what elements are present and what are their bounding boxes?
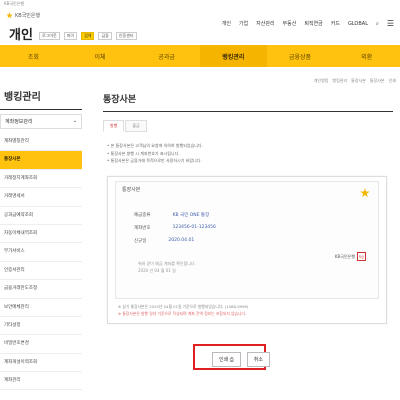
mypage-button[interactable]: 마이: [63, 32, 78, 40]
field-open-date: 신규일 2020.04.01: [134, 238, 195, 244]
sidebar-item-bankbook-copy[interactable]: 통장사본: [0, 151, 82, 170]
breadcrumb-item[interactable]: 통장사본: [351, 78, 366, 84]
logo-text: KB국민은행: [15, 13, 41, 19]
tab-issue[interactable]: 발행: [103, 120, 125, 132]
cancel-button[interactable]: 취소: [246, 352, 271, 367]
breadcrumb: 개인뱅킹 뱅킹관리 통장사본 통장사본 인쇄: [314, 78, 396, 84]
top-nav-pension[interactable]: 퇴직연금: [304, 20, 322, 27]
breadcrumb-item[interactable]: 개인뱅킹: [314, 78, 329, 84]
menu-banking-mgmt[interactable]: 뱅킹관리: [200, 45, 267, 67]
top-nav-wealth[interactable]: 자산관리: [256, 20, 274, 27]
search-icon[interactable]: ⌕: [376, 21, 379, 27]
sidebar-item[interactable]: 공과금예약조회: [0, 207, 82, 225]
bank-seal: KB국민은행 직인: [334, 252, 366, 261]
breadcrumb-item[interactable]: 뱅킹관리: [332, 78, 347, 84]
sidebar-item[interactable]: 거래명세서: [0, 188, 82, 207]
seal-stamp-icon: 직인: [357, 252, 366, 261]
certificate-heading: 통장사본: [122, 187, 141, 193]
top-nav-realestate[interactable]: 부동산: [283, 20, 297, 27]
search-button[interactable]: 검색: [81, 32, 95, 40]
sidebar-item[interactable]: 부가서비스: [0, 243, 82, 262]
cert-center-button[interactable]: 인증센터: [115, 32, 137, 40]
main-menu: 조회 이체 공과금 뱅킹관리 금융상품 외환: [0, 45, 400, 67]
top-nav-personal[interactable]: 개인: [222, 20, 231, 27]
certificate-body: 통장사본 예금종류 KB 국민 ONE 통장 계좌번호 123456-01-12…: [115, 181, 379, 299]
menu-fx[interactable]: 외환: [333, 45, 400, 67]
sidebar-item[interactable]: 인증서관리: [0, 262, 82, 281]
notice-list: • 본 통장사본은 고객님의 요청에 의하여 발행되었습니다. • 통장사본 발…: [103, 142, 393, 165]
sidebar-item[interactable]: 금융거래한도조정: [0, 280, 82, 299]
language-select[interactable]: GLOBAL: [348, 21, 368, 27]
page-title: 통장사본: [103, 92, 393, 112]
chevron-down-icon: ⌄: [72, 118, 77, 124]
menu-icon[interactable]: ☰: [387, 19, 394, 28]
finance-button[interactable]: 금융: [98, 32, 112, 40]
sidebar-item[interactable]: 비밀번호변경: [0, 335, 82, 354]
top-nav-card[interactable]: 카드: [331, 20, 340, 27]
main-content: 통장사본 발행 출금 • 본 통장사본은 고객님의 요청에 의하여 발행되었습니…: [103, 92, 393, 324]
sidebar-item[interactable]: 계좌개설이력조회: [0, 354, 82, 373]
notice-item: • 통장사본 발행 시 계좌번호가 표시됩니다.: [107, 150, 180, 156]
certificate-note: 위와 같이 예금 계좌를 확인합니다. 2020 년 04 월 01 일: [138, 261, 196, 274]
menu-transfer[interactable]: 이체: [67, 45, 134, 67]
sidebar-item[interactable]: 거래정지계좌조회: [0, 170, 82, 189]
tabs: 발행 출금: [103, 120, 393, 132]
top-nav-business[interactable]: 기업: [239, 20, 248, 27]
kb-star-icon: [360, 188, 370, 198]
sidebar-title: 뱅킹관리: [0, 84, 82, 110]
sidebar-item[interactable]: 자동이체내역조회: [0, 225, 82, 244]
print-button[interactable]: 인쇄 ⎙: [212, 352, 241, 367]
breadcrumb-item[interactable]: 통장사본: [370, 78, 385, 84]
user-info: 로그아웃 마이 검색 금융 인증센터: [39, 32, 137, 40]
page-header-label: KB국민은행: [4, 1, 25, 6]
top-nav: 개인 기업 자산관리 부동산 퇴직연금 카드 GLOBAL ⌕ ☰: [222, 19, 394, 28]
sidebar-item[interactable]: 기타설정: [0, 317, 82, 336]
sidebar-bottom-label[interactable]: 계좌관리: [0, 372, 82, 391]
page-section-title: 개인: [9, 28, 33, 43]
sidebar-item[interactable]: 보안매체관리: [0, 299, 82, 317]
kb-star-icon: [6, 12, 13, 19]
field-account-type: 예금종류 KB 국민 ONE 통장: [134, 213, 210, 218]
tab-withdraw[interactable]: 출금: [125, 120, 147, 132]
sidebar-item[interactable]: 계좌별칭관리: [0, 133, 82, 152]
sidebar-category-select[interactable]: 계좌정보관리 ⌄: [0, 114, 82, 129]
print-icon: ⎙: [229, 357, 234, 363]
menu-products[interactable]: 금융상품: [267, 45, 334, 67]
sidebar: 뱅킹관리 계좌정보관리 ⌄ 계좌별칭관리 통장사본 거래정지계좌조회 거래명세서…: [0, 84, 82, 391]
logo[interactable]: KB국민은행: [6, 12, 40, 19]
certificate-footer: ※ 상기 통장사본은 2020년 04월 01일 기준으로 발행되었습니다. (…: [118, 304, 249, 317]
logout-button[interactable]: 로그아웃: [39, 32, 60, 40]
certificate-fields: 예금종류 KB 국민 ONE 통장 계좌번호 123456-01-123456 …: [134, 212, 216, 251]
breadcrumb-item[interactable]: 인쇄: [389, 78, 396, 84]
sidebar-select-label: 계좌정보관리: [5, 119, 33, 125]
field-account-number: 계좌번호 123456-01-123456: [134, 225, 216, 231]
bankbook-certificate: 통장사본 예금종류 KB 국민 ONE 통장 계좌번호 123456-01-12…: [107, 176, 387, 324]
notice-item: • 본 통장사본은 고객님의 요청에 의하여 발행되었습니다.: [107, 143, 203, 148]
menu-utility[interactable]: 공과금: [133, 45, 200, 67]
notice-item: • 통장사본은 금융거래 목적으로만 사용하시기 바랍니다.: [107, 158, 202, 164]
action-buttons: 인쇄 ⎙ 취소: [212, 352, 271, 367]
header: KB국민은행 개인 로그아웃 마이 검색 금융 인증센터 개인 기업 자산관리 …: [0, 12, 400, 46]
menu-inquiry[interactable]: 조회: [0, 45, 67, 67]
